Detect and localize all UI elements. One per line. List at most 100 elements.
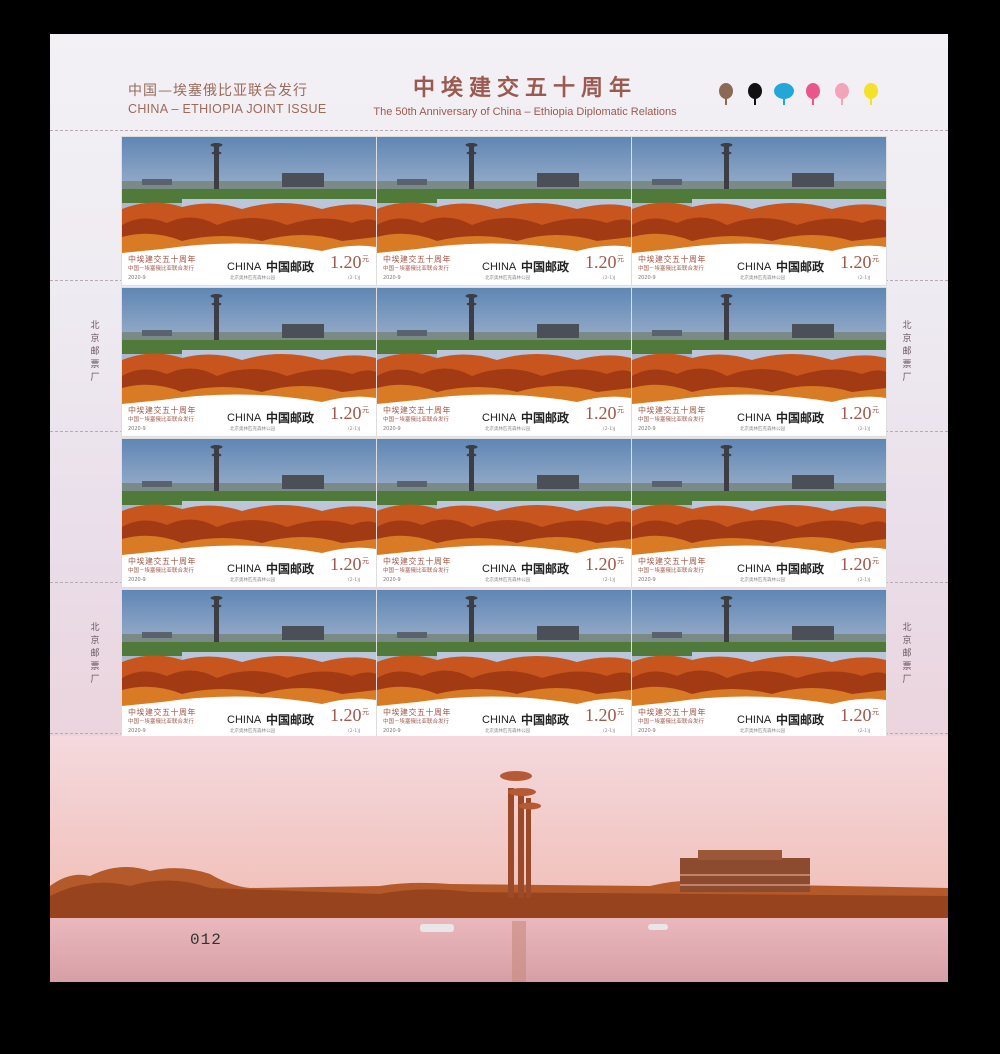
stamp-subtitle: 中国－埃塞俄比亚联合发行	[128, 719, 195, 725]
stamp-face-value: 1.20	[330, 403, 362, 423]
stamp-currency-unit: 元	[617, 255, 624, 263]
perforation-line	[50, 130, 948, 131]
stamp-currency-unit: 元	[362, 708, 369, 716]
stamp-face-value: 1.20	[840, 554, 872, 574]
stamp-currency-unit: 元	[362, 557, 369, 565]
joint-issue-zh: 中国—埃塞俄比亚联合发行	[128, 83, 308, 99]
stamp-year: 2020-9	[128, 275, 146, 281]
stamp-subtitle: 中国－埃塞俄比亚联合发行	[128, 266, 195, 272]
stamp: 中埃建交五十周年 中国－埃塞俄比亚联合发行 2020-9 CHINA 中国邮政 …	[377, 590, 631, 738]
stamp-face-value: 1.20	[585, 403, 617, 423]
stamp-country: CHINA	[482, 412, 517, 424]
stamp-caption: 北京奥林匹克森林公园	[230, 729, 275, 734]
stamp-number: (2-1)J	[858, 729, 871, 734]
stamp-postal-name: 中国邮政	[521, 260, 570, 274]
stamp-subtitle: 中国－埃塞俄比亚联合发行	[638, 266, 705, 272]
color-mark-tree-icon	[748, 83, 762, 105]
stamp-postal-name: 中国邮政	[266, 562, 315, 576]
stamp-number: (2-1)J	[348, 578, 361, 583]
stamp-year: 2020-9	[383, 426, 401, 432]
color-mark-tree-icon	[806, 83, 820, 105]
stamp: 中埃建交五十周年 中国－埃塞俄比亚联合发行 2020-9 CHINA 中国邮政 …	[377, 439, 631, 587]
stamp-face-value: 1.20	[585, 554, 617, 574]
stamp-scene	[122, 439, 376, 559]
sheet-title: 中埃建交五十周年 The 50th Anniversary of China –…	[350, 70, 700, 118]
stamp-currency-unit: 元	[872, 708, 879, 716]
stamp-year: 2020-9	[638, 728, 656, 734]
stamp-currency-unit: 元	[872, 557, 879, 565]
stamp-country: CHINA	[227, 714, 262, 726]
stamp-face-value: 1.20	[330, 554, 362, 574]
stamp-country: CHINA	[482, 714, 517, 726]
stamp-number: (2-1)J	[348, 729, 361, 734]
stamp-scene	[632, 288, 886, 408]
stamp-subtitle: 中国－埃塞俄比亚联合发行	[638, 719, 705, 725]
stamp-scene	[377, 590, 631, 710]
stamp-year: 2020-9	[638, 577, 656, 583]
stamp-postal-name: 中国邮政	[776, 260, 825, 274]
stamp-number: (2-1)J	[858, 578, 871, 583]
stamp-scene	[377, 288, 631, 408]
stamp-scene	[377, 137, 631, 257]
stamp-sheet: 中国—埃塞俄比亚联合发行 CHINA – ETHIOPIA JOINT ISSU…	[50, 34, 948, 982]
stamp: 中埃建交五十周年 中国－埃塞俄比亚联合发行 2020-9 CHINA 中国邮政 …	[122, 439, 376, 587]
stamp-country: CHINA	[227, 563, 262, 575]
stamp-postal-name: 中国邮政	[521, 411, 570, 425]
stamp-number: (2-1)J	[603, 729, 616, 734]
stamp-scene	[632, 137, 886, 257]
stamp-caption: 北京奥林匹克森林公园	[485, 276, 530, 281]
stamp-postal-name: 中国邮政	[776, 411, 825, 425]
printer-mark-right-top: 北京邮票厂	[902, 321, 912, 383]
sheet-title-zh: 中埃建交五十周年	[412, 75, 637, 101]
stamp-postal-name: 中国邮政	[776, 713, 825, 727]
stamp-face-value: 1.20	[330, 252, 362, 272]
stamp-year: 2020-9	[383, 577, 401, 583]
stamp-scene	[632, 590, 886, 710]
stamp: 中埃建交五十周年 中国－埃塞俄比亚联合发行 2020-9 CHINA 中国邮政 …	[377, 288, 631, 436]
stamp-subtitle: 中国－埃塞俄比亚联合发行	[128, 568, 195, 574]
stamp-caption: 北京奥林匹克森林公园	[485, 729, 530, 734]
stamp-scene	[122, 590, 376, 710]
stamp-scene	[122, 288, 376, 408]
stamp-country: CHINA	[482, 563, 517, 575]
sheet-title-en: The 50th Anniversary of China – Ethiopia…	[373, 106, 677, 118]
stamp-number: (2-1)J	[858, 276, 871, 281]
stamp-scene	[632, 439, 886, 559]
stamp-face-value: 1.20	[330, 705, 362, 725]
stamp-subtitle: 中国－埃塞俄比亚联合发行	[638, 417, 705, 423]
stamp-caption: 北京奥林匹克森林公园	[485, 578, 530, 583]
stamp-currency-unit: 元	[872, 406, 879, 414]
stamp-caption: 北京奥林匹克森林公园	[485, 427, 530, 432]
stamp-scene	[377, 439, 631, 559]
stamp-postal-name: 中国邮政	[521, 562, 570, 576]
stamp-country: CHINA	[227, 412, 262, 424]
stamp-year: 2020-9	[128, 728, 146, 734]
stamp-subtitle: 中国－埃塞俄比亚联合发行	[383, 719, 450, 725]
stamp-caption: 北京奥林匹克森林公园	[740, 729, 785, 734]
stamp-number: (2-1)J	[348, 427, 361, 432]
olympic-tower-lake-scene	[50, 736, 948, 982]
stamp-year: 2020-9	[638, 275, 656, 281]
color-mark-tree-icon	[719, 83, 733, 105]
stamp-caption: 北京奥林匹克森林公园	[230, 578, 275, 583]
stamp-currency-unit: 元	[362, 255, 369, 263]
stamp-face-value: 1.20	[840, 403, 872, 423]
color-registration-marks	[719, 83, 878, 105]
stamp-year: 2020-9	[383, 275, 401, 281]
stamp-caption: 北京奥林匹克森林公园	[230, 427, 275, 432]
color-mark-tree-icon	[835, 83, 849, 105]
joint-issue-header: 中国—埃塞俄比亚联合发行 CHINA – ETHIOPIA JOINT ISSU…	[128, 80, 358, 116]
stamp-postal-name: 中国邮政	[266, 260, 315, 274]
stamp-caption: 北京奥林匹克森林公园	[740, 578, 785, 583]
stamp-country: CHINA	[737, 412, 772, 424]
printer-mark-left-top: 北京邮票厂	[90, 321, 100, 383]
stamp-caption: 北京奥林匹克森林公园	[740, 276, 785, 281]
stamp-subtitle: 中国－埃塞俄比亚联合发行	[383, 568, 450, 574]
stamp-country: CHINA	[227, 261, 262, 273]
stamp: 中埃建交五十周年 中国－埃塞俄比亚联合发行 2020-9 CHINA 中国邮政 …	[377, 137, 631, 285]
color-mark-tree-icon	[774, 83, 794, 105]
stamp-postal-name: 中国邮政	[266, 411, 315, 425]
stamp-country: CHINA	[737, 261, 772, 273]
stamp-caption: 北京奥林匹克森林公园	[740, 427, 785, 432]
stamp-scene	[122, 137, 376, 257]
